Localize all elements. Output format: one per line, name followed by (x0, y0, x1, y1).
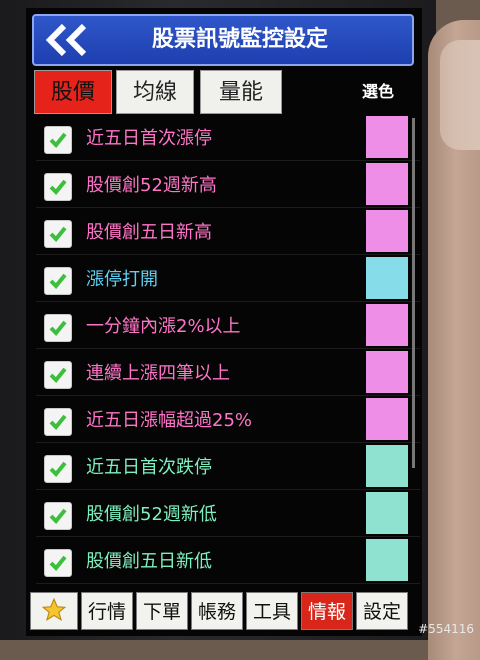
signal-label: 股價創52週新高 (86, 175, 217, 196)
signal-row[interactable]: 股價創52週新高 (36, 161, 420, 208)
signal-checkbox[interactable] (44, 361, 72, 389)
tab-volume[interactable]: 量能 (200, 70, 282, 114)
signal-label: 連續上漲四筆以上 (86, 363, 230, 384)
bottom-nav: 行情 下單 帳務 工具 情報 設定 (30, 592, 418, 632)
signal-checkbox[interactable] (44, 267, 72, 295)
nav-settings[interactable]: 設定 (356, 592, 408, 630)
color-swatch[interactable] (366, 257, 408, 299)
signal-row[interactable]: 股價創52週新低 (36, 490, 420, 537)
signal-checkbox[interactable] (44, 502, 72, 530)
color-swatch[interactable] (366, 116, 408, 158)
nav-quotes[interactable]: 行情 (81, 592, 133, 630)
signal-row[interactable]: 漲停打開 (36, 255, 420, 302)
tab-moving-average[interactable]: 均線 (116, 70, 194, 114)
checkmark-icon (49, 508, 67, 524)
signal-row[interactable]: 近五日漲幅超過25% (36, 396, 420, 443)
color-swatch[interactable] (366, 539, 408, 581)
checkmark-icon (49, 179, 67, 195)
signal-row[interactable]: 股價創五日新高 (36, 208, 420, 255)
signal-label: 股價創52週新低 (86, 504, 217, 525)
signal-label: 股價創五日新高 (86, 222, 212, 243)
favorites-button[interactable] (30, 592, 78, 630)
signal-label: 近五日漲幅超過25% (86, 410, 253, 431)
color-swatch[interactable] (366, 445, 408, 487)
signal-checkbox[interactable] (44, 408, 72, 436)
double-chevron-left-icon (45, 23, 87, 57)
checkmark-icon (49, 461, 67, 477)
scrollbar[interactable] (412, 118, 415, 468)
checkmark-icon (49, 414, 67, 430)
signal-checkbox[interactable] (44, 173, 72, 201)
signal-row[interactable]: 一分鐘內漲2%以上 (36, 302, 420, 349)
checkmark-icon (49, 132, 67, 148)
signal-checkbox[interactable] (44, 314, 72, 342)
signal-row[interactable]: 近五日首次漲停 (36, 114, 420, 161)
checkmark-icon (49, 226, 67, 242)
signal-label: 近五日首次漲停 (86, 128, 212, 149)
nav-account[interactable]: 帳務 (191, 592, 243, 630)
star-icon (41, 597, 67, 621)
signal-label: 股價創五日新低 (86, 551, 212, 572)
color-swatch[interactable] (366, 304, 408, 346)
signal-checkbox[interactable] (44, 220, 72, 248)
watermark: #554116 (418, 622, 474, 636)
thumbnail (440, 40, 480, 150)
tab-price[interactable]: 股價 (34, 70, 112, 114)
back-button[interactable] (40, 20, 94, 60)
color-swatch[interactable] (366, 210, 408, 252)
signal-label: 漲停打開 (86, 269, 158, 290)
checkmark-icon (49, 555, 67, 571)
color-swatch[interactable] (366, 492, 408, 534)
nav-order[interactable]: 下單 (136, 592, 188, 630)
color-swatch[interactable] (366, 398, 408, 440)
checkmark-icon (49, 273, 67, 289)
signal-row[interactable]: 股價創五日新低 (36, 537, 420, 584)
color-pick-label: 選色 (362, 82, 395, 101)
checkmark-icon (49, 367, 67, 383)
signal-checkbox[interactable] (44, 126, 72, 154)
nav-info[interactable]: 情報 (301, 592, 353, 630)
signal-row[interactable]: 連續上漲四筆以上 (36, 349, 420, 396)
color-swatch[interactable] (366, 163, 408, 205)
page-title: 股票訊號監控設定 (151, 27, 328, 52)
signal-label: 一分鐘內漲2%以上 (86, 316, 241, 337)
signal-checkbox[interactable] (44, 455, 72, 483)
signal-row[interactable]: 近五日首次跌停 (36, 443, 420, 490)
nav-tools[interactable]: 工具 (246, 592, 298, 630)
title-bar: 股票訊號監控設定 (32, 14, 414, 66)
signal-label: 近五日首次跌停 (86, 457, 212, 478)
checkmark-icon (49, 320, 67, 336)
signal-checkbox[interactable] (44, 549, 72, 577)
app-screen: 股票訊號監控設定 股價 均線 量能 選色 近五日首次漲停 股價創52週新高 股價創五… (26, 8, 422, 636)
color-swatch[interactable] (366, 351, 408, 393)
